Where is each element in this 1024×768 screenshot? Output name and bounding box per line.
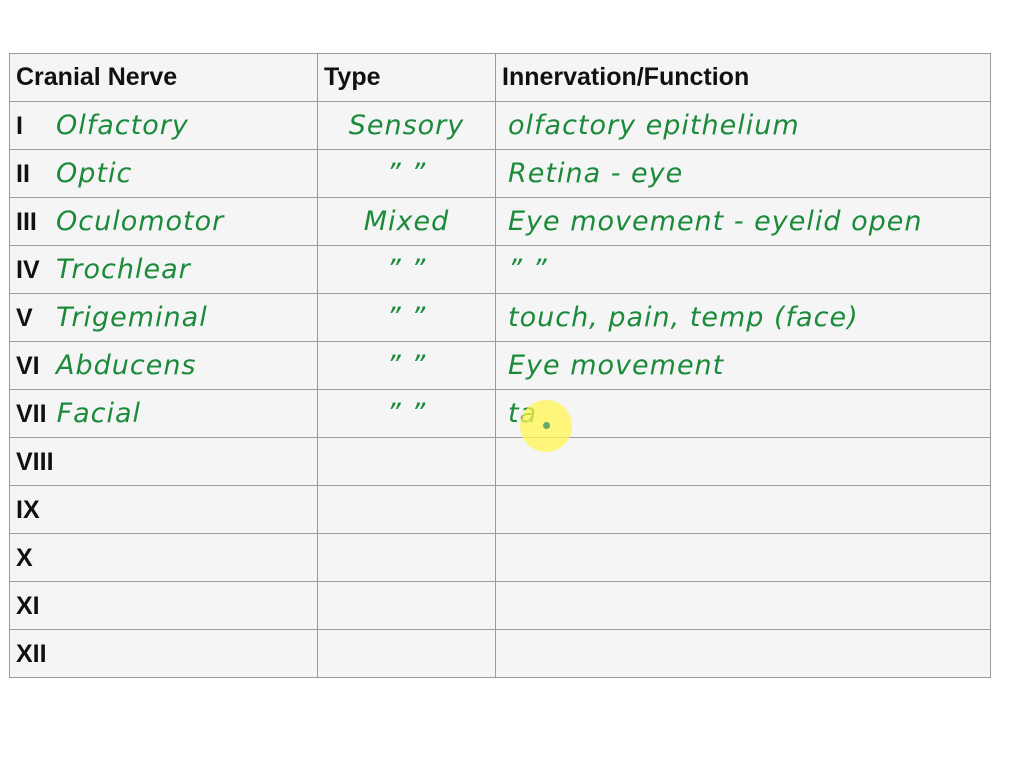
table-row: V Trigeminal ” ” touch, pain, temp (face) (9, 293, 991, 342)
type-cell: ” ” (317, 293, 496, 342)
type-cell: ” ” (317, 389, 496, 438)
nerve-numeral: III (16, 208, 37, 236)
header-function: Innervation/Function (495, 53, 991, 102)
function-cell: Eye movement (495, 341, 991, 390)
header-row: Cranial Nerve Type Innervation/Function (9, 53, 991, 102)
type-cell (317, 485, 496, 534)
nerve-type: Sensory (348, 110, 465, 141)
type-cell: ” ” (317, 245, 496, 294)
header-type: Type (317, 53, 496, 102)
function-cell: Retina - eye (495, 149, 991, 198)
function-cell: touch, pain, temp (face) (495, 293, 991, 342)
nerve-type: Mixed (363, 206, 450, 237)
pen-cursor-highlight (520, 400, 572, 452)
nerve-function: ” ” (508, 254, 548, 285)
table-row: IX (9, 485, 991, 534)
table-row: VIIFacial” ”ta (9, 389, 991, 438)
type-cell: ” ” (317, 149, 496, 198)
function-cell (495, 581, 991, 630)
nerve-numeral: V (16, 304, 33, 332)
nerve-cell: X (9, 533, 318, 582)
nerve-numeral: IX (16, 496, 40, 524)
table-row: II Optic ” ” Retina - eye (9, 149, 991, 198)
nerve-cell: XI (9, 581, 318, 630)
nerve-name: Oculomotor (56, 206, 225, 237)
function-cell: ” ” (495, 245, 991, 294)
type-cell (317, 437, 496, 486)
function-cell: Eye movement - eyelid open (495, 197, 991, 246)
nerve-cell: III Oculomotor (9, 197, 318, 246)
type-cell: ” ” (317, 341, 496, 390)
nerve-numeral: II (16, 160, 30, 188)
table-row: VI Abducens ” ” Eye movement (9, 341, 991, 390)
nerve-function: Eye movement (508, 350, 725, 381)
table-row: XI (9, 581, 991, 630)
nerve-cell: I Olfactory (9, 101, 318, 150)
nerve-function: olfactory epithelium (508, 110, 800, 141)
function-cell (495, 485, 991, 534)
nerve-type: ” ” (386, 302, 427, 333)
nerve-cell: IV Trochlear (9, 245, 318, 294)
type-cell (317, 533, 496, 582)
nerve-name: Facial (56, 398, 142, 429)
header-cranial-nerve: Cranial Nerve (9, 53, 318, 102)
nerve-cell: VII Facial (9, 389, 318, 438)
type-cell: Mixed (317, 197, 496, 246)
nerve-name: Optic (56, 158, 133, 189)
nerve-numeral: I (16, 112, 23, 140)
function-cell (495, 533, 991, 582)
nerve-name: Trochlear (56, 254, 191, 285)
nerve-function: Eye movement - eyelid open (508, 206, 923, 237)
nerve-numeral: VII (16, 400, 47, 428)
function-cell: olfactory epithelium (495, 101, 991, 150)
cranial-nerve-table: Cranial Nerve Type Innervation/Function … (9, 53, 991, 678)
nerve-cell: II Optic (9, 149, 318, 198)
table-row: I Olfactory Sensory olfactory epithelium (9, 101, 991, 150)
nerve-numeral: XI (16, 592, 40, 620)
nerve-cell: VI Abducens (9, 341, 318, 390)
function-cell (495, 629, 991, 678)
nerve-function: touch, pain, temp (face) (508, 302, 859, 333)
nerve-numeral: IV (16, 256, 40, 284)
table-row: III Oculomotor Mixed Eye movement - eyelid … (9, 197, 991, 246)
table-row: IV Trochlear ” ” ” ” (9, 245, 991, 294)
nerve-numeral: X (16, 544, 33, 572)
table-row: XII (9, 629, 991, 678)
nerve-numeral: VI (16, 352, 40, 380)
nerve-type: ” ” (386, 398, 427, 429)
nerve-cell: VIII (9, 437, 318, 486)
table-row: X (9, 533, 991, 582)
nerve-cell: XII (9, 629, 318, 678)
nerve-cell: IX (9, 485, 318, 534)
table-row: VIII (9, 437, 991, 486)
nerve-type: ” ” (386, 350, 427, 381)
nerve-numeral: XII (16, 640, 47, 668)
nerve-type: ” ” (386, 158, 427, 189)
type-cell (317, 629, 496, 678)
nerve-numeral: VIII (16, 448, 54, 476)
function-cell (495, 437, 991, 486)
nerve-name: Trigeminal (56, 302, 208, 333)
nerve-name: Abducens (56, 350, 197, 381)
nerve-cell: V Trigeminal (9, 293, 318, 342)
type-cell (317, 581, 496, 630)
nerve-type: ” ” (386, 254, 427, 285)
nerve-function: Retina - eye (508, 158, 684, 189)
nerve-name: Olfactory (56, 110, 189, 141)
type-cell: Sensory (317, 101, 496, 150)
